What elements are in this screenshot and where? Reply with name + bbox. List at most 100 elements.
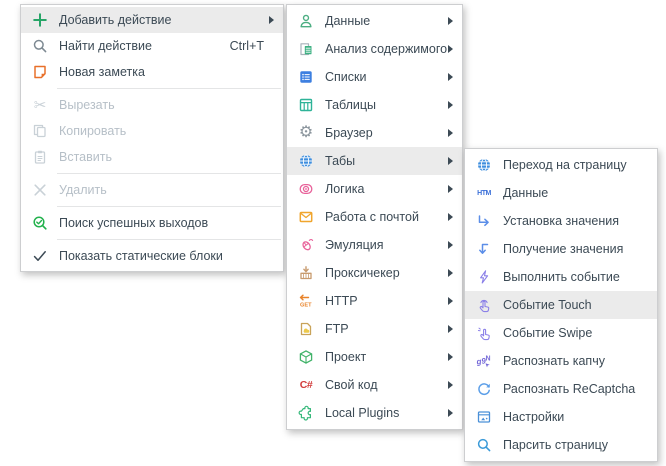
menu-item: Удалить (21, 177, 283, 203)
menu-item-label: Эмуляция (325, 238, 384, 252)
csharp-icon: C# (296, 377, 316, 394)
menu-item-label: Получение значения (503, 242, 623, 256)
menu-separator (57, 173, 281, 174)
menu-item-label: Парсить страницу (503, 438, 608, 452)
mouse-icon (296, 237, 316, 254)
submenu-arrow-icon (448, 45, 453, 53)
menu-item[interactable]: Показать статические блоки (21, 243, 283, 269)
submenu-arrow-icon (448, 101, 453, 109)
submenu-arrow-icon (448, 325, 453, 333)
menu-item-label: Настройки (503, 410, 564, 424)
menu-item-label: FTP (325, 322, 349, 336)
menu-item[interactable]: GETHTTP (287, 287, 462, 315)
menu-item: Вставить (21, 144, 283, 170)
menu-item-label: Выполнить событие (503, 270, 620, 284)
menu-item-shortcut: Ctrl+T (230, 39, 274, 53)
menu-item[interactable]: Распознать ReCaptcha (465, 375, 657, 403)
delete-icon (30, 182, 50, 199)
parse-icon (474, 437, 494, 454)
mail-icon (296, 209, 316, 226)
menu-item[interactable]: Поиск успешных выходов (21, 210, 283, 236)
menu-item[interactable]: Проект (287, 343, 462, 371)
set-value-icon (474, 213, 494, 230)
menu-item-label: Добавить действие (59, 13, 172, 27)
htm-icon: HTM (474, 185, 494, 202)
menu-item[interactable]: Событие Touch (465, 291, 657, 319)
submenu-arrow-icon (448, 409, 453, 417)
svg-text:GET: GET (300, 303, 312, 309)
svg-text:N: N (486, 356, 491, 363)
add-action-submenu: Данные Анализ содержимого Списки Таблицы ⚙ Бр… (286, 4, 463, 430)
tables-icon (296, 97, 316, 114)
logic-icon (296, 181, 316, 198)
menu-item[interactable]: Выполнить событие (465, 263, 657, 291)
menu-item[interactable]: Данные (287, 7, 462, 35)
recaptcha-icon (474, 381, 494, 398)
menu-separator (57, 239, 281, 240)
menu-item[interactable]: Работа с почтой (287, 203, 462, 231)
globe-icon (474, 157, 494, 174)
menu-item[interactable]: Логика (287, 175, 462, 203)
menu-item-label: Браузер (325, 126, 373, 140)
puzzle-icon (296, 405, 316, 422)
menu-item[interactable]: Анализ содержимого (287, 35, 462, 63)
menu-item: Копировать (21, 118, 283, 144)
search-success-icon (30, 215, 50, 232)
swipe-icon (474, 325, 494, 342)
menu-item-label: Удалить (59, 183, 107, 197)
menu-item: ✂Вырезать (21, 92, 283, 118)
menu-item[interactable]: Парсить страницу (465, 431, 657, 459)
touch-icon (474, 297, 494, 314)
gear-icon: ⚙ (296, 125, 316, 142)
menu-item-label: Новая заметка (59, 65, 145, 79)
menu-item[interactable]: Добавить действие (21, 7, 283, 33)
menu-item[interactable]: Событие Swipe (465, 319, 657, 347)
lightning-icon (474, 269, 494, 286)
menu-item[interactable]: Настройки (465, 403, 657, 431)
menu-item-label: Свой код (325, 378, 378, 392)
menu-item-label: Данные (325, 14, 370, 28)
proxy-box-icon (296, 265, 316, 282)
menu-item-label: Табы (325, 154, 355, 168)
menu-item[interactable]: Установка значения (465, 207, 657, 235)
paste-icon (30, 149, 50, 166)
menu-item[interactable]: Таблицы (287, 91, 462, 119)
menu-item-label: Поиск успешных выходов (59, 216, 208, 230)
menu-item[interactable]: Табы (287, 147, 462, 175)
submenu-arrow-icon (448, 241, 453, 249)
menu-item-label: Анализ содержимого (325, 42, 447, 56)
note-icon (30, 64, 50, 81)
submenu-arrow-icon (448, 297, 453, 305)
submenu-arrow-icon (448, 129, 453, 137)
menu-item[interactable]: Найти действиеCtrl+T (21, 33, 283, 59)
menu-item[interactable]: Получение значения (465, 235, 657, 263)
menu-item-label: Распознать капчу (503, 354, 605, 368)
submenu-arrow-icon (269, 16, 274, 24)
submenu-arrow-icon (448, 213, 453, 221)
menu-item[interactable]: HTMДанные (465, 179, 657, 207)
submenu-arrow-icon (448, 269, 453, 277)
plus-icon (30, 12, 50, 29)
menu-item[interactable]: Переход на страницу (465, 151, 657, 179)
lists-icon (296, 69, 316, 86)
menu-item[interactable]: Проксичекер (287, 259, 462, 287)
menu-item[interactable]: Эмуляция (287, 231, 462, 259)
menu-item[interactable]: Новая заметка (21, 59, 283, 85)
submenu-arrow-icon (448, 17, 453, 25)
menu-separator (57, 206, 281, 207)
menu-item[interactable]: Списки (287, 63, 462, 91)
copy-icon (30, 123, 50, 140)
ftp-icon (296, 321, 316, 338)
menu-item[interactable]: ⚙ Браузер (287, 119, 462, 147)
menu-item[interactable]: Local Plugins (287, 399, 462, 427)
menu-item-label: Распознать ReCaptcha (503, 382, 635, 396)
menu-item-label: Списки (325, 70, 366, 84)
menu-item-label: Проект (325, 350, 366, 364)
menu-item-label: Переход на страницу (503, 158, 627, 172)
menu-item[interactable]: FTP (287, 315, 462, 343)
menu-item-label: Вставить (59, 150, 112, 164)
get-value-icon (474, 241, 494, 258)
menu-item[interactable]: C# Свой код (287, 371, 462, 399)
menu-item-label: Таблицы (325, 98, 376, 112)
menu-item[interactable]: g9NРаспознать капчу (465, 347, 657, 375)
